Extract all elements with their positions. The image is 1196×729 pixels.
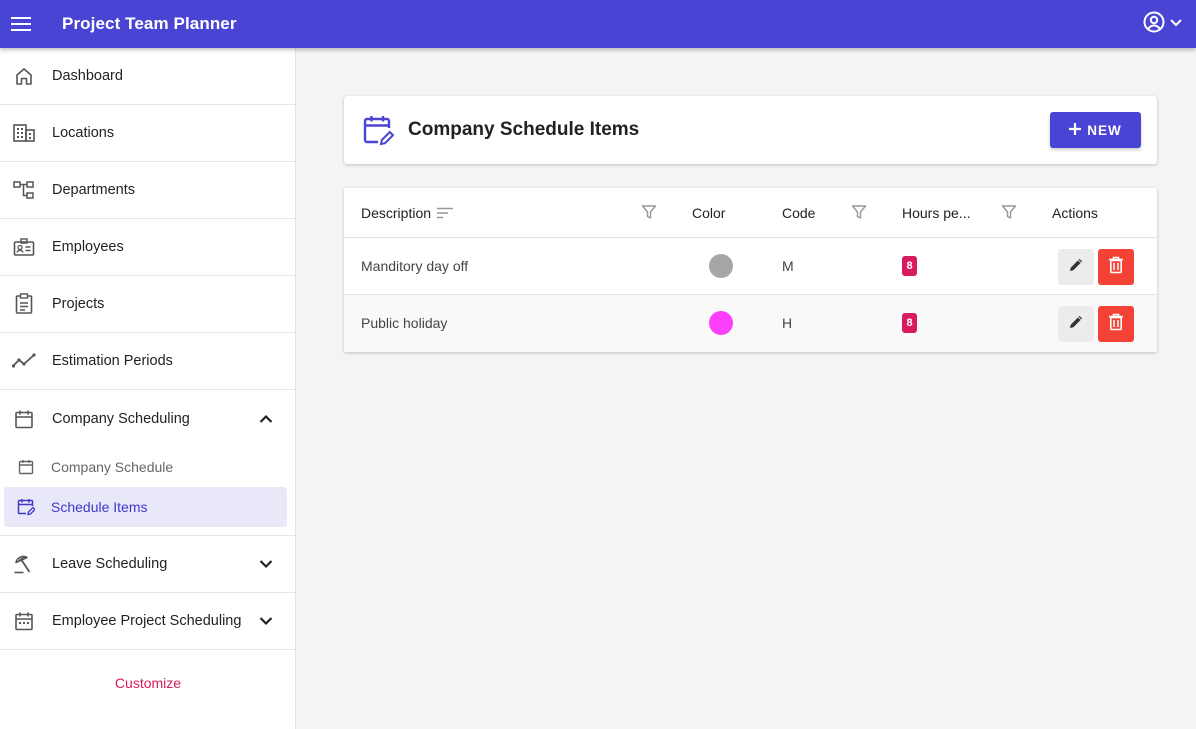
trash-icon <box>1108 313 1124 336</box>
color-swatch <box>709 311 733 335</box>
sidebar-subitem-company-schedule[interactable]: Company Schedule <box>4 447 287 487</box>
chevron-down-icon <box>1168 14 1184 35</box>
sidebar-item-label: Locations <box>52 125 115 141</box>
schedule-items-table: Description Color Code Hours pe... Actio… <box>344 188 1157 352</box>
menu-icon[interactable] <box>0 0 42 48</box>
color-cell <box>709 238 733 294</box>
table-header: Description Color Code Hours pe... Actio… <box>344 188 1157 238</box>
chevron-down-icon[interactable] <box>257 612 275 630</box>
building-icon <box>12 121 36 145</box>
sidebar-subitem-schedule-items[interactable]: Schedule Items <box>4 487 287 527</box>
calendar-dots-icon <box>12 609 36 633</box>
filter-icon[interactable] <box>851 204 867 220</box>
filter-icon[interactable] <box>641 204 657 220</box>
code-cell: H <box>782 315 793 331</box>
hierarchy-icon <box>12 178 36 202</box>
table-row[interactable]: Manditory day off M 8 <box>344 238 1157 295</box>
code-cell: M <box>782 258 794 274</box>
home-icon <box>12 64 36 88</box>
app-bar: Project Team Planner <box>0 0 1196 48</box>
plus-icon <box>1069 122 1082 138</box>
sidebar-item-label: Departments <box>52 182 136 198</box>
customize-link[interactable]: Customize <box>0 675 296 691</box>
description-cell: Public holiday <box>361 315 448 331</box>
sidebar-item-label: Employee Project Scheduling <box>52 613 242 629</box>
sidebar-item-dashboard[interactable]: Dashboard <box>0 48 295 105</box>
filter-icon[interactable] <box>1001 204 1017 220</box>
sidebar-item-projects[interactable]: Projects <box>0 276 295 333</box>
column-label: Description <box>361 205 432 221</box>
id-card-icon <box>12 235 36 259</box>
sidebar: Dashboard Locations Departments Employee… <box>0 48 296 729</box>
delete-button[interactable] <box>1098 306 1134 342</box>
trash-icon <box>1108 256 1124 279</box>
calendar-icon <box>16 457 36 477</box>
sidebar-item-label: Employees <box>52 239 124 255</box>
trend-line-icon <box>12 349 36 373</box>
hours-badge: 8 <box>902 256 917 276</box>
sidebar-item-employees[interactable]: Employees <box>0 219 295 276</box>
sidebar-subitem-label: Company Schedule <box>51 459 174 475</box>
hours-cell: 8 <box>902 238 917 294</box>
app-title: Project Team Planner <box>62 14 237 33</box>
sidebar-item-company-scheduling[interactable]: Company Scheduling <box>0 390 295 447</box>
table-row[interactable]: Public holiday H 8 <box>344 295 1157 352</box>
chevron-up-icon[interactable] <box>257 410 275 428</box>
delete-button[interactable] <box>1098 249 1134 285</box>
page-title: Company Schedule Items <box>408 119 640 140</box>
calendar-edit-icon <box>362 114 395 146</box>
new-button[interactable]: NEW <box>1050 112 1141 148</box>
description-cell: Manditory day off <box>361 258 469 274</box>
calendar-edit-icon <box>16 497 36 517</box>
sidebar-item-estimation-periods[interactable]: Estimation Periods <box>0 333 295 390</box>
clipboard-icon <box>12 292 36 316</box>
color-swatch <box>709 254 733 278</box>
company-scheduling-submenu: Company Schedule Schedule Items <box>0 447 295 536</box>
column-header-code[interactable]: Code <box>782 188 815 238</box>
sidebar-item-departments[interactable]: Departments <box>0 162 295 219</box>
sidebar-item-label: Dashboard <box>52 68 123 84</box>
calendar-icon <box>12 407 36 431</box>
user-menu-button[interactable] <box>1142 0 1184 48</box>
sidebar-item-label: Leave Scheduling <box>52 556 168 572</box>
new-button-label: NEW <box>1087 122 1122 138</box>
hours-cell: 8 <box>902 295 917 351</box>
sidebar-item-locations[interactable]: Locations <box>0 105 295 162</box>
pencil-icon <box>1068 257 1084 278</box>
color-cell <box>709 295 733 351</box>
column-header-actions: Actions <box>1052 205 1098 221</box>
sidebar-item-label: Company Scheduling <box>52 410 190 427</box>
sidebar-subitem-label: Schedule Items <box>51 499 148 515</box>
sort-icon[interactable] <box>437 207 454 219</box>
edit-button[interactable] <box>1058 306 1094 342</box>
sidebar-item-label: Estimation Periods <box>52 353 173 369</box>
pencil-icon <box>1068 314 1084 335</box>
sidebar-item-leave-scheduling[interactable]: Leave Scheduling <box>0 536 295 593</box>
sidebar-item-label: Projects <box>52 296 105 312</box>
sidebar-item-employee-project-scheduling[interactable]: Employee Project Scheduling <box>0 593 295 650</box>
column-header-color[interactable]: Color <box>692 188 725 238</box>
column-header-description[interactable]: Description <box>361 188 454 238</box>
account-circle-icon <box>1142 10 1166 39</box>
chevron-down-icon[interactable] <box>257 555 275 573</box>
beach-umbrella-icon <box>12 552 36 576</box>
hours-badge: 8 <box>902 313 917 333</box>
column-header-hours[interactable]: Hours pe... <box>902 188 970 238</box>
page-header-card: Company Schedule Items NEW <box>344 96 1157 164</box>
edit-button[interactable] <box>1058 249 1094 285</box>
